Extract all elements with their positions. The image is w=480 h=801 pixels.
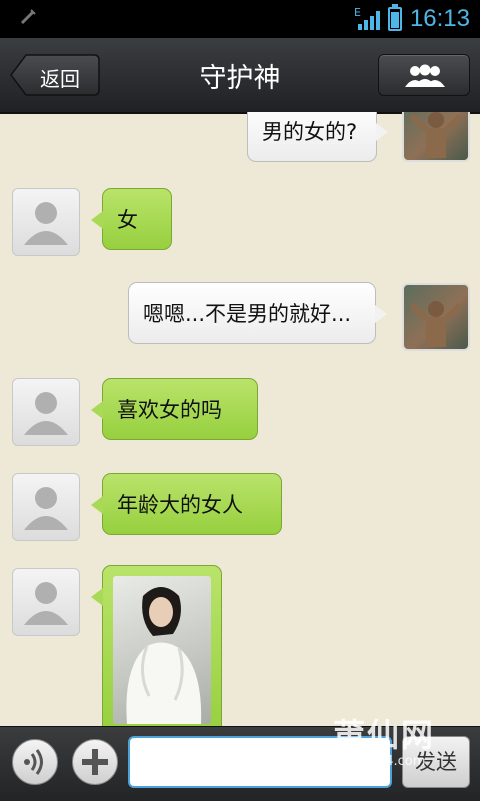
- user-avatar[interactable]: [402, 283, 470, 351]
- user-avatar[interactable]: [402, 112, 470, 162]
- send-button[interactable]: 发送: [402, 736, 470, 788]
- group-members-icon: [405, 64, 445, 87]
- default-avatar-icon: [24, 392, 68, 435]
- woman-photo: [126, 587, 202, 724]
- image-message-bubble[interactable]: [91, 565, 222, 726]
- clock: 16:13: [409, 5, 470, 32]
- input-bar: 发送: [0, 726, 480, 801]
- image-message-photo[interactable]: [113, 576, 211, 724]
- battery-icon: [387, 4, 402, 31]
- title-bar: 返回 守护神: [0, 38, 480, 114]
- status-bar: E 16:13: [0, 0, 480, 38]
- message-bubble-incoming[interactable]: 年龄大的女人: [91, 473, 282, 535]
- message-text: 喜欢女的吗: [117, 398, 222, 422]
- person-photo: [409, 301, 463, 347]
- voice-button[interactable]: [12, 739, 58, 785]
- message-text: 年龄大的女人: [117, 493, 243, 517]
- default-avatar-icon: [24, 582, 68, 625]
- contact-avatar[interactable]: [12, 568, 80, 636]
- plus-button[interactable]: [72, 739, 118, 785]
- message-input[interactable]: [128, 736, 392, 788]
- contact-avatar[interactable]: [12, 473, 80, 541]
- default-avatar-icon: [24, 202, 68, 245]
- usb-debug-icon: [20, 9, 36, 25]
- members-button[interactable]: [378, 54, 470, 96]
- default-avatar-icon: [24, 487, 68, 530]
- message-bubble-incoming[interactable]: 喜欢女的吗: [91, 378, 258, 440]
- plus-icon: [82, 749, 108, 775]
- message-text: 男的女的?: [262, 120, 358, 144]
- chat-area[interactable]: 男的女的? 女 嗯嗯...不是男的就好... 喜欢女的吗 年龄大的女人: [0, 112, 480, 726]
- message-text: 女: [117, 208, 138, 232]
- contact-avatar[interactable]: [12, 188, 80, 256]
- message-bubble-incoming[interactable]: 女: [91, 188, 172, 250]
- voice-icon: [24, 749, 43, 775]
- message-bubble-outgoing[interactable]: 嗯嗯...不是男的就好...: [128, 282, 387, 344]
- message-text: 嗯嗯...不是男的就好...: [143, 302, 352, 326]
- person-photo: [409, 112, 463, 158]
- signal-icon: E: [354, 6, 380, 32]
- message-bubble-outgoing[interactable]: 男的女的?: [247, 112, 388, 162]
- contact-avatar[interactable]: [12, 378, 80, 446]
